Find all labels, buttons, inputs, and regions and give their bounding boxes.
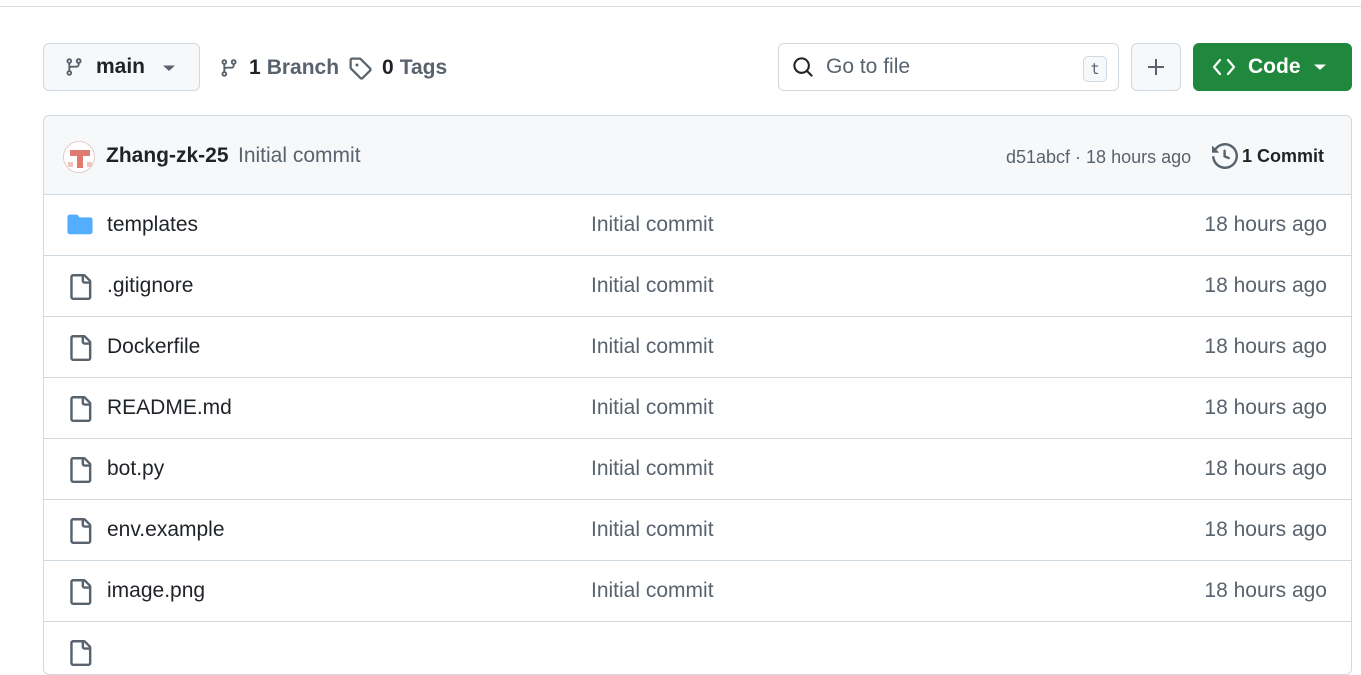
- repo-toolbar: main 1 Branch 0 Tags Go to file t Code: [0, 0, 1361, 110]
- branch-name: main: [96, 55, 146, 78]
- latest-commit-bar: Zhang-zk-25 Initial commit d51abcf · 18 …: [44, 116, 1351, 195]
- file-row[interactable]: image.png Initial commit 18 hours ago: [44, 561, 1351, 622]
- file-name[interactable]: Dockerfile: [107, 335, 200, 359]
- file-updated-time: 18 hours ago: [1204, 457, 1327, 480]
- file-row[interactable]: templates Initial commit 18 hours ago: [44, 195, 1351, 256]
- file-table: Zhang-zk-25 Initial commit d51abcf · 18 …: [43, 115, 1352, 675]
- file-updated-time: 18 hours ago: [1204, 213, 1327, 236]
- file-row[interactable]: bot.py Initial commit 18 hours ago: [44, 439, 1351, 500]
- file-commit-message[interactable]: Initial commit: [591, 518, 714, 542]
- commit-count-label: 1 Commit: [1242, 145, 1325, 166]
- tag-icon: [349, 57, 372, 80]
- commit-hash-time[interactable]: d51abcf · 18 hours ago: [1006, 147, 1191, 168]
- file-row[interactable]: .gitignore Initial commit 18 hours ago: [44, 256, 1351, 317]
- file-commit-message[interactable]: Initial commit: [591, 274, 714, 298]
- file-name[interactable]: templates: [107, 213, 198, 237]
- file-row[interactable]: Dockerfile Initial commit 18 hours ago: [44, 317, 1351, 378]
- file-updated-time: 18 hours ago: [1204, 335, 1327, 358]
- chevron-down-icon: [163, 65, 175, 71]
- file-icon: [70, 518, 92, 544]
- commit-message[interactable]: Initial commit: [238, 144, 361, 168]
- chevron-down-icon: [1314, 64, 1326, 70]
- git-branch-icon: [66, 58, 82, 76]
- file-commit-message[interactable]: Initial commit: [591, 457, 714, 481]
- code-button-label: Code: [1248, 55, 1301, 78]
- search-icon: [793, 57, 813, 77]
- file-row[interactable]: README.md Initial commit 18 hours ago: [44, 378, 1351, 439]
- file-updated-time: 18 hours ago: [1204, 518, 1327, 541]
- file-icon: [70, 335, 92, 361]
- file-icon: [70, 457, 92, 483]
- go-to-file-input[interactable]: Go to file t: [778, 43, 1119, 91]
- branch-count: 1: [249, 56, 261, 79]
- avatar[interactable]: [63, 141, 95, 173]
- add-file-button[interactable]: [1131, 43, 1181, 91]
- file-name[interactable]: env.example: [107, 518, 225, 542]
- plus-icon: [1148, 59, 1164, 75]
- tag-label: Tags: [399, 56, 448, 79]
- file-commit-message[interactable]: Initial commit: [591, 335, 714, 359]
- file-updated-time: 18 hours ago: [1204, 579, 1327, 602]
- branches-link[interactable]: 1 Branch: [219, 53, 339, 83]
- code-icon: [1212, 58, 1236, 76]
- commit-author[interactable]: Zhang-zk-25: [106, 144, 229, 168]
- file-row[interactable]: env.example Initial commit 18 hours ago: [44, 500, 1351, 561]
- file-name[interactable]: image.png: [107, 579, 205, 603]
- file-icon: [70, 274, 92, 300]
- file-icon: [70, 579, 92, 605]
- file-name[interactable]: README.md: [107, 396, 232, 420]
- history-icon: [1212, 143, 1238, 169]
- tag-count: 0: [382, 56, 394, 79]
- code-button[interactable]: Code: [1193, 43, 1352, 91]
- file-row-partial[interactable]: [44, 622, 1351, 674]
- commit-history-link[interactable]: 1 Commit: [1212, 143, 1324, 169]
- avatar-identicon-icon: [64, 142, 94, 172]
- tags-link[interactable]: 0 Tags: [348, 53, 447, 83]
- file-icon: [70, 640, 92, 666]
- git-branch-icon: [221, 59, 237, 77]
- file-commit-message[interactable]: Initial commit: [591, 579, 714, 603]
- file-updated-time: 18 hours ago: [1204, 396, 1327, 419]
- file-name[interactable]: bot.py: [107, 457, 164, 481]
- file-commit-message[interactable]: Initial commit: [591, 213, 714, 237]
- file-updated-time: 18 hours ago: [1204, 274, 1327, 297]
- file-name[interactable]: .gitignore: [107, 274, 193, 298]
- branch-selector-button[interactable]: main: [43, 43, 200, 91]
- shortcut-key-hint: t: [1083, 56, 1107, 82]
- file-icon: [70, 396, 92, 422]
- file-commit-message[interactable]: Initial commit: [591, 396, 714, 420]
- search-placeholder: Go to file: [826, 55, 911, 78]
- branch-label: Branch: [266, 56, 340, 79]
- folder-icon: [67, 214, 93, 235]
